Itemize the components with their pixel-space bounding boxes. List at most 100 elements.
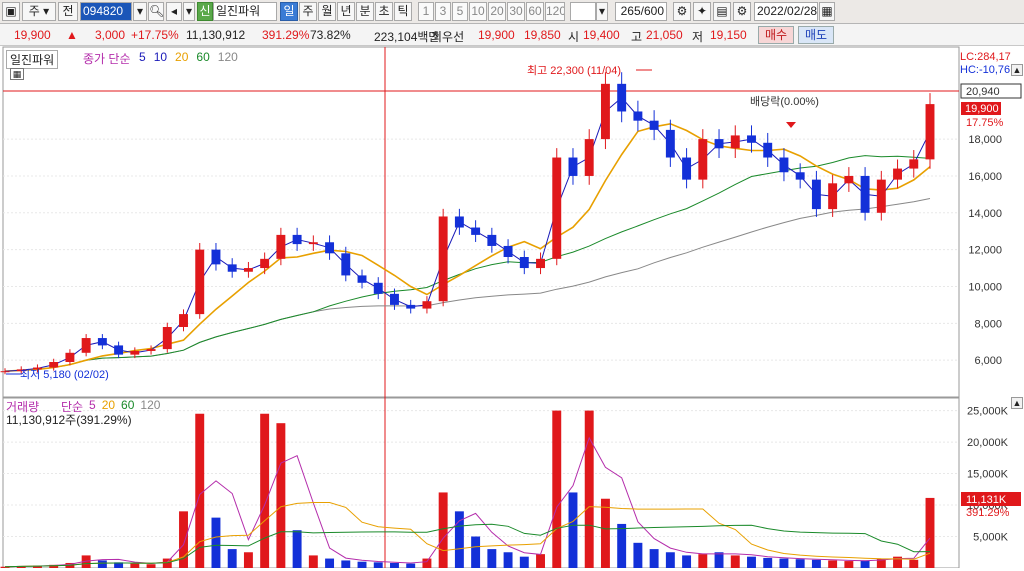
window-menu-icon[interactable]: ▣ xyxy=(2,2,20,21)
date-field[interactable]: 2022/02/28 xyxy=(754,2,818,21)
volume-bar xyxy=(600,498,610,568)
tick-tab[interactable]: 120 xyxy=(545,2,565,21)
calendar-icon[interactable]: ▦ xyxy=(819,2,835,21)
period-tab[interactable]: 월 xyxy=(318,2,336,21)
panel-grid-icon[interactable]: ▦ xyxy=(10,68,24,80)
volume-bar xyxy=(649,549,659,568)
turnover-rate: 73.82% xyxy=(310,28,351,42)
candle-body xyxy=(195,249,205,315)
ma-legend-item: 60 xyxy=(196,50,210,64)
type-select[interactable]: 전 xyxy=(58,2,78,21)
candle-body xyxy=(763,142,773,158)
high-price: 21,050 xyxy=(646,28,683,42)
tick-tab[interactable]: 10 xyxy=(469,2,487,21)
period-tab[interactable]: 년 xyxy=(337,2,355,21)
count-field[interactable]: 265/600 xyxy=(615,2,667,21)
settings-icon[interactable]: ⚙ xyxy=(673,2,691,21)
low-label: 저 xyxy=(692,30,704,44)
volume-ratio: 391.29% xyxy=(262,28,310,42)
volume-bar xyxy=(292,530,302,568)
count-max: /600 xyxy=(640,4,664,18)
period-tab[interactable]: 주 xyxy=(299,2,317,21)
volume-ma-legend-item: 20 xyxy=(101,398,116,412)
period-tab[interactable]: 틱 xyxy=(394,2,412,21)
candle-body xyxy=(568,157,578,176)
candle-body xyxy=(552,157,562,259)
volume-bar xyxy=(227,549,237,568)
candle-body xyxy=(747,135,756,143)
period-tab[interactable]: 일 xyxy=(280,2,298,21)
candle-body xyxy=(893,168,903,180)
gear-icon[interactable]: ⚙ xyxy=(733,2,751,21)
volume-value: 11,130,912 xyxy=(186,28,246,42)
tick-tab[interactable]: 30 xyxy=(507,2,525,21)
candle-body xyxy=(81,338,91,353)
panel-tab-label[interactable]: 일진파워 xyxy=(6,50,59,69)
candle-body xyxy=(422,301,432,309)
candle-body xyxy=(341,253,351,276)
volume-collapse-icon[interactable]: ▲ xyxy=(1011,397,1023,409)
candle-body xyxy=(860,175,870,213)
volume-bar xyxy=(795,559,805,568)
dividend-annotation: 배당락(0.00%) xyxy=(750,95,819,108)
best-bid: 19,850 xyxy=(524,28,561,42)
candle-body xyxy=(536,258,545,269)
volume-bar xyxy=(373,562,383,568)
up-arrow-icon: ▲ xyxy=(66,28,78,42)
code-dropdown-icon[interactable]: ▾ xyxy=(133,2,147,21)
candle-body xyxy=(795,172,805,180)
price-tick-label: 12,000 xyxy=(968,245,1002,257)
volume-bar xyxy=(552,410,562,568)
volume-tick-label: 20,000K xyxy=(967,437,1009,449)
candle-body xyxy=(617,83,627,112)
candle-body xyxy=(600,83,610,140)
count-value: 265 xyxy=(620,4,641,18)
volume-bar xyxy=(471,536,481,568)
high-marker-text: 20,940 xyxy=(966,86,1000,98)
stock-code-input[interactable]: 094820 xyxy=(80,2,132,21)
volume-ma-legend-item: 60 xyxy=(121,398,135,412)
candle-body xyxy=(811,179,821,210)
panel-collapse-icon[interactable]: ▲ xyxy=(1011,64,1023,76)
volume-bar xyxy=(390,562,399,568)
volume-bar xyxy=(536,554,545,568)
candle-body xyxy=(227,264,237,272)
open-price: 19,400 xyxy=(583,28,620,42)
volume-bar xyxy=(925,497,935,568)
stock-chart: 6,000 8,000 10,000 12,000 14,000 16,000 18,000… xyxy=(0,46,1024,569)
quote-bar: 19,900 ▲ 3,000 +17.75% 11,130,912 391.29… xyxy=(0,24,1024,46)
candle-body xyxy=(146,349,156,351)
candle-body xyxy=(438,216,448,302)
candle-body xyxy=(49,362,59,368)
candle-body xyxy=(179,314,188,327)
tick-tab[interactable]: 3 xyxy=(435,2,451,21)
chart-tools-icon[interactable]: ✦ xyxy=(693,2,711,21)
candle-body xyxy=(682,157,692,180)
candle-body xyxy=(390,293,399,305)
search-icon[interactable]: 🔍︎ xyxy=(148,2,164,21)
period-tab[interactable]: 초 xyxy=(375,2,393,21)
period-tab[interactable]: 분 xyxy=(356,2,374,21)
unit-dropdown-icon[interactable]: ▾ xyxy=(596,2,608,21)
chart-area: 6,000 8,000 10,000 12,000 14,000 16,000 18,000… xyxy=(0,46,1024,569)
volume-bar xyxy=(747,556,756,568)
sell-button[interactable]: 매도 xyxy=(798,26,835,44)
tick-tab[interactable]: 1 xyxy=(418,2,434,21)
tick-tab[interactable]: 60 xyxy=(526,2,544,21)
prev-icon[interactable]: ▾ xyxy=(183,2,195,21)
price-ma-legend: 5 10 20 60 120 xyxy=(139,50,246,64)
unit-select[interactable] xyxy=(570,2,596,21)
market-select[interactable]: 주 ▾ xyxy=(22,2,56,21)
tick-tab[interactable]: 5 xyxy=(452,2,468,21)
low-annotation: 최저 5,180 (02/02) xyxy=(20,368,109,381)
high-label: 고 xyxy=(631,30,643,44)
high-annotation: 최고 22,300 (11/04) xyxy=(527,64,621,77)
candle-body xyxy=(519,257,529,269)
volume-bar xyxy=(779,558,789,568)
buy-button[interactable]: 매수 xyxy=(758,26,795,44)
speaker-icon[interactable]: ◂ xyxy=(166,2,182,21)
candle-body xyxy=(730,135,740,149)
volume-bar xyxy=(97,560,107,568)
tick-tab[interactable]: 20 xyxy=(488,2,506,21)
save-icon[interactable]: ▤ xyxy=(713,2,731,21)
